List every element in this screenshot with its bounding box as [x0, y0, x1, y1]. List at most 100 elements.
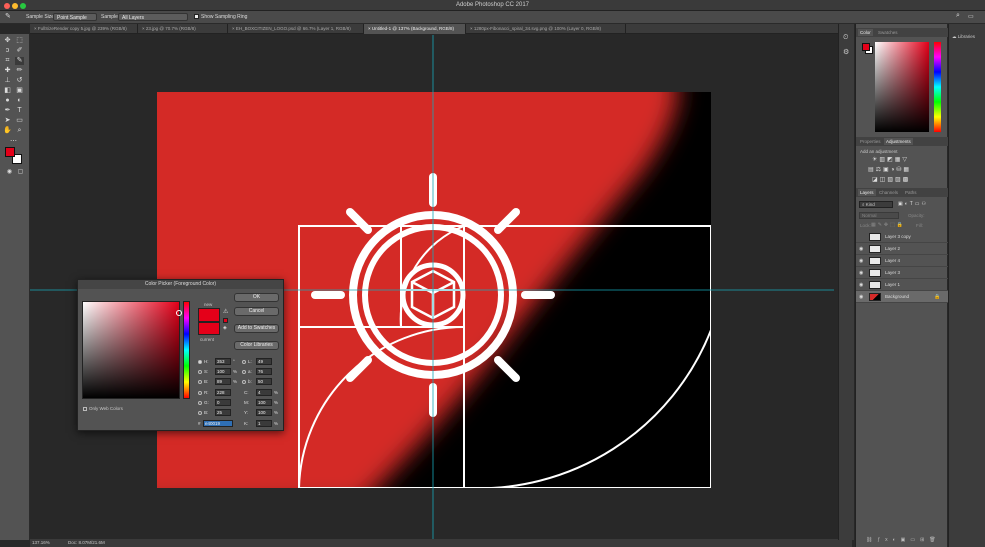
quick-mask-icon[interactable]: ◉ — [5, 168, 14, 176]
r-radio[interactable] — [198, 390, 202, 395]
type-tool-icon[interactable]: T — [15, 107, 24, 115]
r-input[interactable]: 228 — [215, 389, 231, 396]
shape-tool-icon[interactable]: ▭ — [15, 117, 24, 125]
adjustment-icons-row-3[interactable]: ◪◫▧▨▩ — [872, 176, 910, 183]
hue-slider[interactable] — [183, 301, 190, 399]
tab-paths[interactable]: Paths — [903, 189, 919, 196]
h-field[interactable]: H: 353 ° — [198, 358, 235, 365]
tab-color[interactable]: Color — [858, 29, 873, 36]
eyedropper-tool-icon[interactable]: ✎ — [5, 12, 11, 20]
b-radio[interactable] — [198, 379, 202, 384]
document-tab[interactable]: × FullSizeRender copy 5.jpg @ 239% (RGB/… — [30, 24, 138, 34]
l-radio[interactable] — [242, 359, 246, 364]
h-radio[interactable] — [198, 359, 202, 364]
document-tab[interactable]: × EH_BOXCITIZEN_LOGO.psd @ 66.7% (Layer … — [228, 24, 364, 34]
gradient-tool-icon[interactable]: ▣ — [15, 87, 24, 95]
path-select-tool-icon[interactable]: ➤ — [3, 117, 12, 125]
pen-tool-icon[interactable]: ✒ — [3, 107, 12, 115]
visibility-eye-icon[interactable]: ◉ — [859, 282, 863, 288]
s-radio[interactable] — [198, 369, 202, 374]
hue-slider[interactable] — [934, 42, 941, 132]
healing-tool-icon[interactable]: ✚ — [3, 67, 12, 75]
k-field[interactable]: K: 1% — [244, 420, 278, 427]
a-radio[interactable] — [242, 369, 246, 374]
ok-button[interactable]: OK — [234, 293, 279, 302]
marquee-tool-icon[interactable]: ⬚ — [15, 37, 24, 45]
zoom-tool-icon[interactable]: ⌕ — [15, 127, 24, 135]
workspace-icon[interactable]: ▭ — [968, 13, 974, 20]
blend-mode-select[interactable]: Normal — [859, 212, 899, 219]
layer-filter-icons[interactable]: ▣◐T▭⚇ — [898, 201, 928, 207]
layer-row[interactable]: ◉ Layer 3 — [856, 267, 948, 279]
sample-select[interactable]: All Layers — [118, 13, 188, 21]
g-input[interactable]: 0 — [215, 399, 231, 406]
more-tools-icon[interactable]: ⋯ — [9, 138, 18, 146]
tab-layers[interactable]: Layers — [858, 189, 876, 196]
h-input[interactable]: 353 — [215, 358, 231, 365]
m-field[interactable]: M: 100% — [244, 399, 278, 406]
web-safe-cube-icon[interactable]: ◈ — [223, 325, 227, 331]
tab-properties[interactable]: Properties — [858, 138, 883, 145]
g-radio[interactable] — [198, 400, 202, 405]
gamut-fix-swatch[interactable] — [223, 318, 228, 323]
s-field[interactable]: S: 100% — [198, 368, 237, 375]
quick-select-tool-icon[interactable]: ✐ — [15, 47, 24, 55]
crop-tool-icon[interactable]: ⌗ — [3, 57, 12, 65]
color-cursor[interactable] — [176, 310, 182, 316]
properties-panel-icon[interactable]: ⚙ — [843, 48, 849, 56]
lock-icons[interactable]: ▦✎✥⬚🔒 — [871, 222, 905, 228]
search-icon[interactable]: ⌕ — [956, 12, 960, 20]
eraser-tool-icon[interactable]: ◧ — [3, 87, 12, 95]
foreground-color-chip[interactable] — [5, 147, 15, 157]
c-field[interactable]: C: 4% — [244, 389, 278, 396]
hand-tool-icon[interactable]: ✋ — [3, 127, 12, 135]
history-panel-icon[interactable]: ⏲ — [843, 34, 848, 42]
y-field[interactable]: Y: 100% — [244, 409, 278, 416]
lasso-tool-icon[interactable]: ↄ — [3, 47, 12, 55]
color-libraries-button[interactable]: Color Libraries — [234, 341, 279, 350]
visibility-eye-icon[interactable]: ◉ — [859, 258, 863, 264]
saturation-brightness-field[interactable] — [82, 301, 182, 399]
only-web-colors-checkbox[interactable]: Only Web Colors — [83, 406, 123, 411]
move-tool-icon[interactable]: ✥ — [3, 37, 12, 45]
sample-size-select[interactable]: Point Sample — [53, 13, 97, 21]
visibility-eye-icon[interactable]: ◉ — [859, 246, 863, 252]
brush-tool-icon[interactable]: ✏ — [15, 67, 24, 75]
document-tab[interactable]: × 23.jpg @ 70.7% (RGB/8) — [138, 24, 228, 34]
current-color-swatch[interactable] — [198, 322, 220, 335]
g-field[interactable]: G: 0 — [198, 399, 231, 406]
color-panel-foreground-chip[interactable] — [862, 43, 870, 51]
l-input[interactable]: 49 — [256, 358, 272, 365]
blue-field[interactable]: B: 25 — [198, 409, 231, 416]
m-input[interactable]: 100 — [256, 399, 272, 406]
hex-input[interactable]: e40019 — [203, 420, 233, 427]
layer-actions-icons[interactable]: ⛓ƒx◐▣▭⊞🗑 — [866, 537, 941, 543]
add-to-swatches-button[interactable]: Add to Swatches — [234, 324, 279, 333]
b-input[interactable]: 89 — [215, 378, 231, 385]
blue-input[interactable]: 25 — [215, 409, 231, 416]
layer-filter-select[interactable]: ⌕ Kind — [859, 201, 893, 208]
layer-row-selected[interactable]: ◉ Background 🔒 — [856, 291, 948, 303]
hex-field[interactable]: # e40019 — [198, 420, 233, 427]
cancel-button[interactable]: Cancel — [234, 307, 279, 316]
lab-b-field[interactable]: b: 50 — [242, 378, 272, 385]
zoom-level[interactable]: 137.16% — [32, 540, 50, 545]
adjustment-icons-row-1[interactable]: ☀▥◩▦▽ — [872, 156, 909, 163]
b-field[interactable]: B: 89% — [198, 378, 237, 385]
tab-adjustments[interactable]: Adjustments — [884, 138, 913, 145]
blur-tool-icon[interactable]: ● — [3, 97, 12, 105]
eyedropper-tool-icon[interactable]: ✎ — [15, 57, 24, 65]
adjustment-icons-row-2[interactable]: ▤⚖▣◑⛁▦ — [868, 166, 911, 173]
k-input[interactable]: 1 — [256, 420, 272, 427]
history-brush-tool-icon[interactable]: ↺ — [15, 77, 24, 85]
tab-swatches[interactable]: Swatches — [876, 29, 900, 36]
layer-row[interactable]: ◉ Layer 1 — [856, 279, 948, 291]
lab-b-input[interactable]: 50 — [256, 378, 272, 385]
libraries-tab[interactable]: ☁ Libraries — [952, 34, 975, 40]
l-field[interactable]: L: 49 — [242, 358, 272, 365]
blue-radio[interactable] — [198, 410, 202, 415]
stamp-tool-icon[interactable]: ⊥ — [3, 77, 12, 85]
visibility-eye-icon[interactable]: ◉ — [859, 294, 863, 300]
lab-b-radio[interactable] — [242, 379, 246, 384]
y-input[interactable]: 100 — [256, 409, 272, 416]
